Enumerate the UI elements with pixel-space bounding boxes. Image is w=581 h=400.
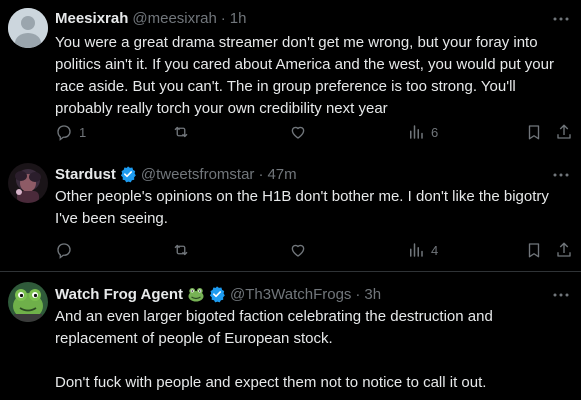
tweet-body: You were a great drama streamer don't ge… [55, 34, 554, 117]
tweet-body: And an even larger bigoted faction celeb… [55, 308, 493, 391]
separator-dot: · [258, 165, 264, 183]
default-avatar-icon [8, 8, 48, 48]
repost-icon [174, 244, 188, 256]
user-handle[interactable]: @Th3WatchFrogs [230, 286, 351, 303]
avatar[interactable] [8, 163, 48, 203]
views-chart-icon [410, 243, 423, 257]
separator-dot: · [355, 285, 361, 303]
share-button[interactable] [555, 240, 573, 260]
display-name[interactable]: Meesixrah [55, 10, 128, 27]
tweet-watch-frog-agent[interactable]: Watch Frog Agent @Th3WatchFrogs · 3h And… [0, 272, 581, 400]
tweet-text: And an even larger bigoted faction celeb… [55, 306, 565, 394]
timestamp[interactable]: 1h [230, 10, 247, 27]
heart-icon [291, 126, 305, 139]
user-handle[interactable]: @tweetsfromstar [141, 166, 255, 183]
avatar[interactable] [8, 282, 48, 322]
verified-badge-icon [120, 166, 136, 183]
reply-count: 1 [79, 124, 87, 140]
tweet-body: Other people's opinions on the H1B don't… [55, 188, 549, 227]
tweet-actions: 1 6 [55, 122, 571, 142]
share-icon [557, 242, 571, 257]
avatar[interactable] [8, 8, 48, 48]
reply-button[interactable] [55, 240, 73, 260]
tweet-header: Stardust @tweetsfromstar · 47m [55, 164, 297, 184]
tweet-header: Watch Frog Agent @Th3WatchFrogs · 3h [55, 284, 381, 304]
views-button[interactable]: 6 [407, 122, 438, 142]
bookmark-icon [528, 125, 540, 140]
heart-icon [291, 244, 305, 257]
more-options-icon[interactable] [552, 10, 570, 28]
display-name[interactable]: Watch Frog Agent [55, 286, 183, 303]
reply-button[interactable]: 1 [55, 122, 86, 142]
separator-dot: · [220, 9, 226, 27]
repost-button[interactable] [172, 240, 190, 260]
like-button[interactable] [289, 122, 307, 142]
repost-icon [174, 126, 188, 138]
view-count: 6 [431, 124, 439, 140]
verified-badge-icon [209, 286, 225, 303]
frog-emoji-icon [188, 288, 204, 302]
bookmark-button[interactable] [525, 240, 543, 260]
timestamp[interactable]: 3h [364, 286, 381, 303]
display-name[interactable]: Stardust [55, 166, 116, 183]
repost-button[interactable] [172, 122, 190, 142]
views-chart-icon [410, 125, 423, 139]
share-icon [557, 124, 571, 139]
bookmark-button[interactable] [525, 122, 543, 142]
share-button[interactable] [555, 122, 573, 142]
bookmark-icon [528, 243, 540, 258]
tweet-meesixrah[interactable]: Meesixrah @meesixrah · 1h You were a gre… [0, 0, 581, 155]
frog-avatar-image [8, 282, 48, 322]
reply-icon [57, 243, 71, 259]
tweet-stardust[interactable]: Stardust @tweetsfromstar · 47m Other peo… [0, 155, 581, 271]
profile-photo [8, 163, 48, 203]
tweet-text: Other people's opinions on the H1B don't… [55, 186, 565, 230]
like-button[interactable] [289, 240, 307, 260]
views-button[interactable]: 4 [407, 240, 438, 260]
tweet-text: You were a great drama streamer don't ge… [55, 32, 565, 120]
tweet-header: Meesixrah @meesixrah · 1h [55, 8, 246, 28]
more-options-icon[interactable] [552, 166, 570, 184]
tweet-actions: 4 [55, 240, 571, 260]
reply-feed: Meesixrah @meesixrah · 1h You were a gre… [0, 0, 581, 400]
more-options-icon[interactable] [552, 286, 570, 304]
user-handle[interactable]: @meesixrah [132, 10, 216, 27]
reply-icon [57, 125, 71, 141]
timestamp[interactable]: 47m [267, 166, 296, 183]
view-count: 4 [431, 242, 439, 258]
